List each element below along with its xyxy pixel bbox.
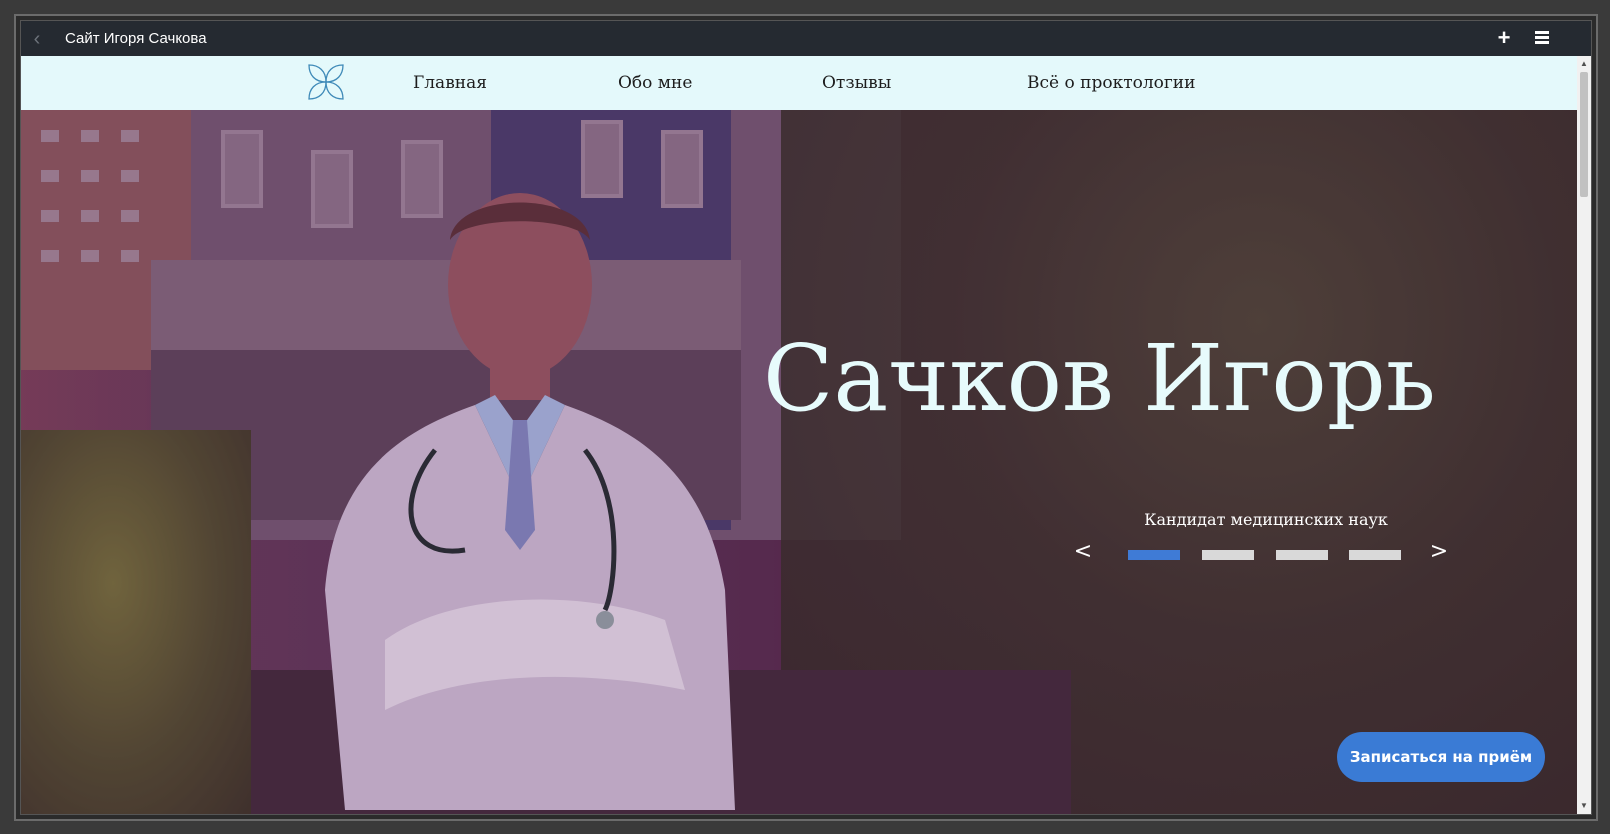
hero-title: Сачков Игорь bbox=[763, 325, 1436, 432]
slider-dot[interactable] bbox=[1276, 550, 1328, 560]
hero-section: Сачков Игорь Кандидат медицинских наук <… bbox=[21, 110, 1577, 814]
slider-prev-button[interactable]: < bbox=[1073, 540, 1093, 564]
site-navbar: Главная Обо мне Отзывы Всё о проктологии bbox=[21, 56, 1577, 110]
hero-subtitle: Кандидат медицинских наук bbox=[1144, 510, 1388, 529]
new-tab-button[interactable]: + bbox=[1493, 27, 1515, 49]
nav-item-home[interactable]: Главная bbox=[413, 73, 487, 93]
back-button[interactable]: ‹ bbox=[27, 29, 47, 49]
window-title: Сайт Игоря Сачкова bbox=[65, 30, 207, 47]
nav-item-reviews[interactable]: Отзывы bbox=[822, 73, 891, 93]
nav-item-about[interactable]: Обо мне bbox=[618, 73, 692, 93]
chevron-left-icon: ‹ bbox=[33, 28, 41, 50]
book-appointment-button[interactable]: Записаться на приём bbox=[1337, 732, 1545, 782]
menu-button[interactable] bbox=[1531, 27, 1553, 49]
hero-color-overlay bbox=[21, 110, 1577, 814]
slider-next-button[interactable]: > bbox=[1429, 540, 1449, 564]
scroll-down-arrow-icon[interactable]: ▼ bbox=[1579, 801, 1589, 811]
scroll-thumb[interactable] bbox=[1580, 72, 1588, 197]
page-viewport: Главная Обо мне Отзывы Всё о проктологии bbox=[21, 56, 1577, 814]
slider-dot[interactable] bbox=[1202, 550, 1254, 560]
plus-icon: + bbox=[1497, 25, 1511, 50]
doctor-photo bbox=[325, 193, 735, 810]
slider-dot[interactable] bbox=[1349, 550, 1401, 560]
slider-dot[interactable] bbox=[1128, 550, 1180, 560]
nav-item-proctology[interactable]: Всё о проктологии bbox=[1027, 73, 1195, 93]
scroll-up-arrow-icon[interactable]: ▲ bbox=[1579, 59, 1589, 69]
flower-logo-icon[interactable] bbox=[307, 63, 345, 101]
browser-window: ‹ Сайт Игоря Сачкова + Главная Обо мне О… bbox=[20, 20, 1592, 815]
title-bar: ‹ Сайт Игоря Сачкова + bbox=[21, 21, 1591, 56]
vertical-scrollbar[interactable]: ▲ ▼ bbox=[1577, 56, 1591, 814]
